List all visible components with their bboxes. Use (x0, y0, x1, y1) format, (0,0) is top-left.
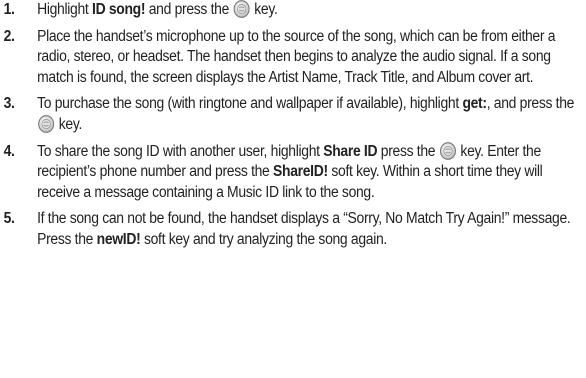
soft-key-shareid: ShareID! (273, 163, 328, 181)
menu-option-id-song: ID song! (92, 1, 146, 18)
step-text: Place the handset’s microphone up to the… (37, 27, 556, 86)
ok-key-icon (439, 141, 456, 160)
menu-option-get: get: (462, 95, 487, 113)
ok-key-icon (38, 115, 55, 133)
step-number: 4. (3, 142, 15, 160)
step-text: If the song can not be found, the handse… (37, 210, 571, 248)
ok-key-icon (233, 0, 250, 18)
step-number: 2. (3, 27, 15, 45)
step-3: 3. To purchase the song (with ringtone a… (0, 94, 586, 135)
step-5: 5. If the song can not be found, the han… (0, 209, 586, 250)
step-number: 1. (3, 1, 15, 18)
step-number: 3. (3, 95, 15, 113)
step-text: Highlight ID song! and press the key. (37, 0, 278, 18)
step-4: 4. To share the song ID with another use… (0, 141, 586, 204)
instruction-steps: 1. Highlight ID song! and press the key.… (0, 0, 586, 257)
menu-option-share-id: Share ID (323, 142, 378, 160)
step-text: To purchase the song (with ringtone and … (37, 95, 575, 133)
step-text: To share the song ID with another user, … (37, 141, 543, 201)
soft-key-newid: newID! (96, 230, 141, 248)
step-1: 1. Highlight ID song! and press the key. (0, 0, 586, 21)
step-2: 2. Place the handset’s microphone up to … (0, 27, 586, 89)
step-number: 5. (3, 210, 15, 228)
